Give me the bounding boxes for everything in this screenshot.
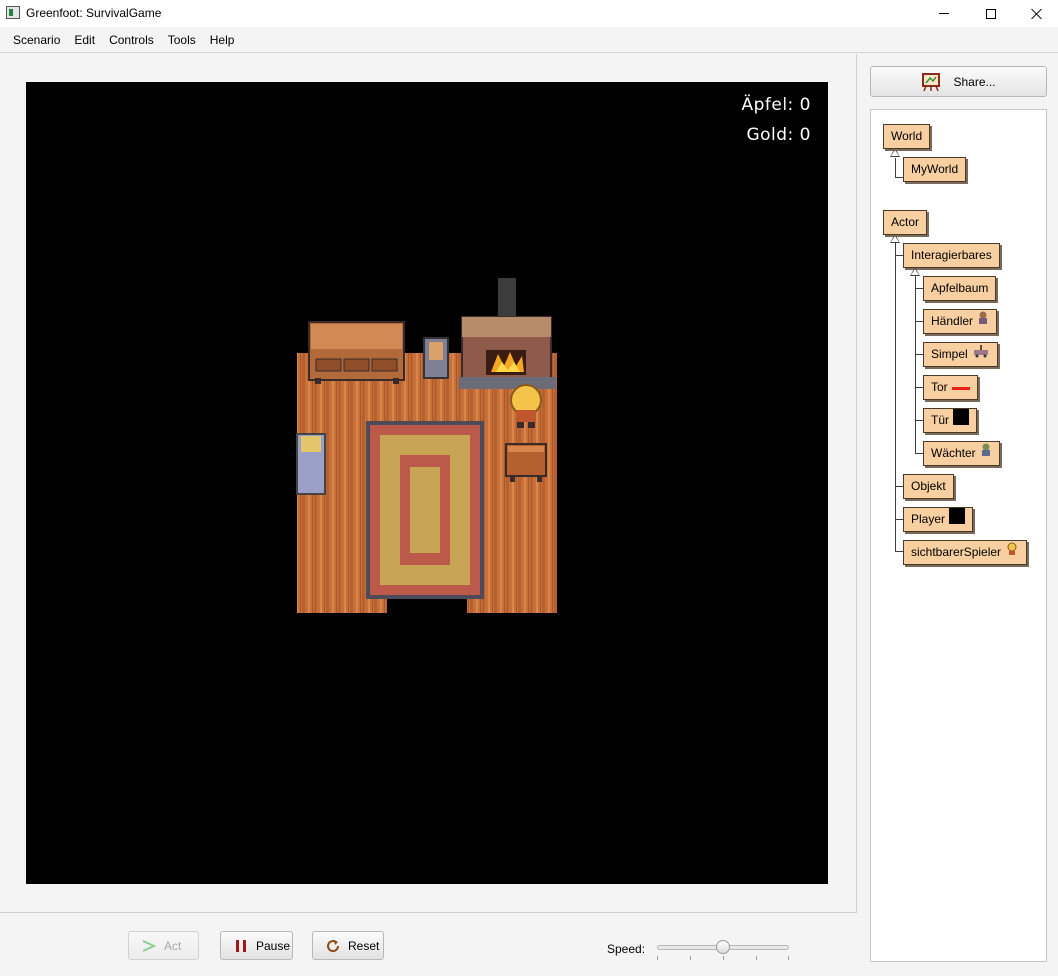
rug [366,421,484,599]
share-button[interactable]: Share... [870,66,1047,97]
inherit-line [895,519,903,520]
maximize-button[interactable] [968,0,1014,27]
act-label: Act [164,938,182,953]
class-sichtbarerspieler[interactable]: sichtbarerSpieler [903,540,1028,565]
minimize-icon [939,13,949,14]
world-area: Äpfel: 0 Gold: 0 [0,54,857,912]
menu-help[interactable]: Help [203,27,242,53]
class-tor[interactable]: Tor [923,375,978,400]
class-actor[interactable]: Actor [883,210,928,235]
speed-tick [690,956,691,960]
chair [423,337,449,379]
minimize-button[interactable] [921,0,967,27]
side-table [505,443,547,482]
pause-button[interactable]: Pause [220,931,293,960]
fireplace [459,316,556,389]
inherit-line [915,453,923,454]
class-world[interactable]: World [883,124,931,149]
menu-controls[interactable]: Controls [102,27,161,53]
inherit-line [895,486,903,487]
speed-thumb[interactable] [716,940,730,954]
speed-slider[interactable] [657,940,789,960]
inherit-line [895,177,903,178]
inherit-line [915,288,923,289]
black-square-icon [949,507,966,532]
close-icon [1031,8,1043,20]
reset-button[interactable]: Reset [312,931,384,960]
act-button[interactable]: Act [128,931,199,960]
menu-bar: Scenario Edit Controls Tools Help [0,27,1058,53]
inherit-arrow [890,234,900,243]
class-myworld[interactable]: MyWorld [903,157,967,182]
reset-label: Reset [348,938,380,953]
menu-edit[interactable]: Edit [67,27,102,53]
player-sprite-icon [1005,541,1019,564]
class-waechter[interactable]: Wächter [923,441,1000,466]
guard-sprite-icon [980,442,992,465]
inherit-line [915,276,916,454]
title-bar: Greenfoot: SurvivalGame [0,0,1058,27]
window-title: Greenfoot: SurvivalGame [26,6,162,20]
dresser [308,321,405,384]
room-scene [296,278,557,613]
inherit-line [895,551,903,552]
class-simpel[interactable]: Simpel [923,342,998,367]
inherit-arrow [910,267,920,276]
inherit-line [915,420,923,421]
menu-scenario[interactable]: Scenario [6,27,67,53]
menu-tools[interactable]: Tools [161,27,203,53]
class-player[interactable]: Player [903,507,974,532]
apple-counter: Äpfel: 0 [741,95,811,115]
class-tuer[interactable]: Tür [923,408,977,433]
reset-icon [325,938,341,954]
close-button[interactable] [1014,0,1058,27]
pause-label: Pause [256,938,291,953]
inherit-arrow [890,148,900,157]
share-easel-icon [921,72,941,92]
class-diagram-panel: World MyWorld Actor Interagierbares Apfe… [870,109,1047,962]
class-haendler[interactable]: Händler [923,309,998,334]
merchant-sprite-icon [977,310,989,333]
control-bar: Act Pause Reset Speed: [0,912,857,976]
pause-icon [233,938,249,954]
inherit-line [915,321,923,322]
speed-tick [657,956,658,960]
class-interagierbares[interactable]: Interagierbares [903,243,1000,268]
share-label: Share... [953,74,996,89]
speed-tick [723,956,724,960]
black-square-icon [953,408,969,433]
cart-sprite-icon [972,343,990,366]
inherit-line [895,158,896,177]
speed-label: Speed: [607,942,646,956]
red-line-icon [951,376,970,399]
inherit-line [915,387,923,388]
speed-tick [788,956,789,960]
greenfoot-app-icon [6,6,20,19]
maximize-icon [986,8,996,19]
act-arrow-icon [141,938,157,954]
class-objekt[interactable]: Objekt [903,474,954,499]
bed [296,433,326,495]
world-canvas[interactable]: Äpfel: 0 Gold: 0 [26,82,828,884]
inherit-line [895,255,903,256]
inherit-line [915,354,923,355]
inherit-line [895,243,896,551]
class-apfelbaum[interactable]: Apfelbaum [923,276,997,301]
speed-tick [756,956,757,960]
gold-counter: Gold: 0 [746,125,811,145]
